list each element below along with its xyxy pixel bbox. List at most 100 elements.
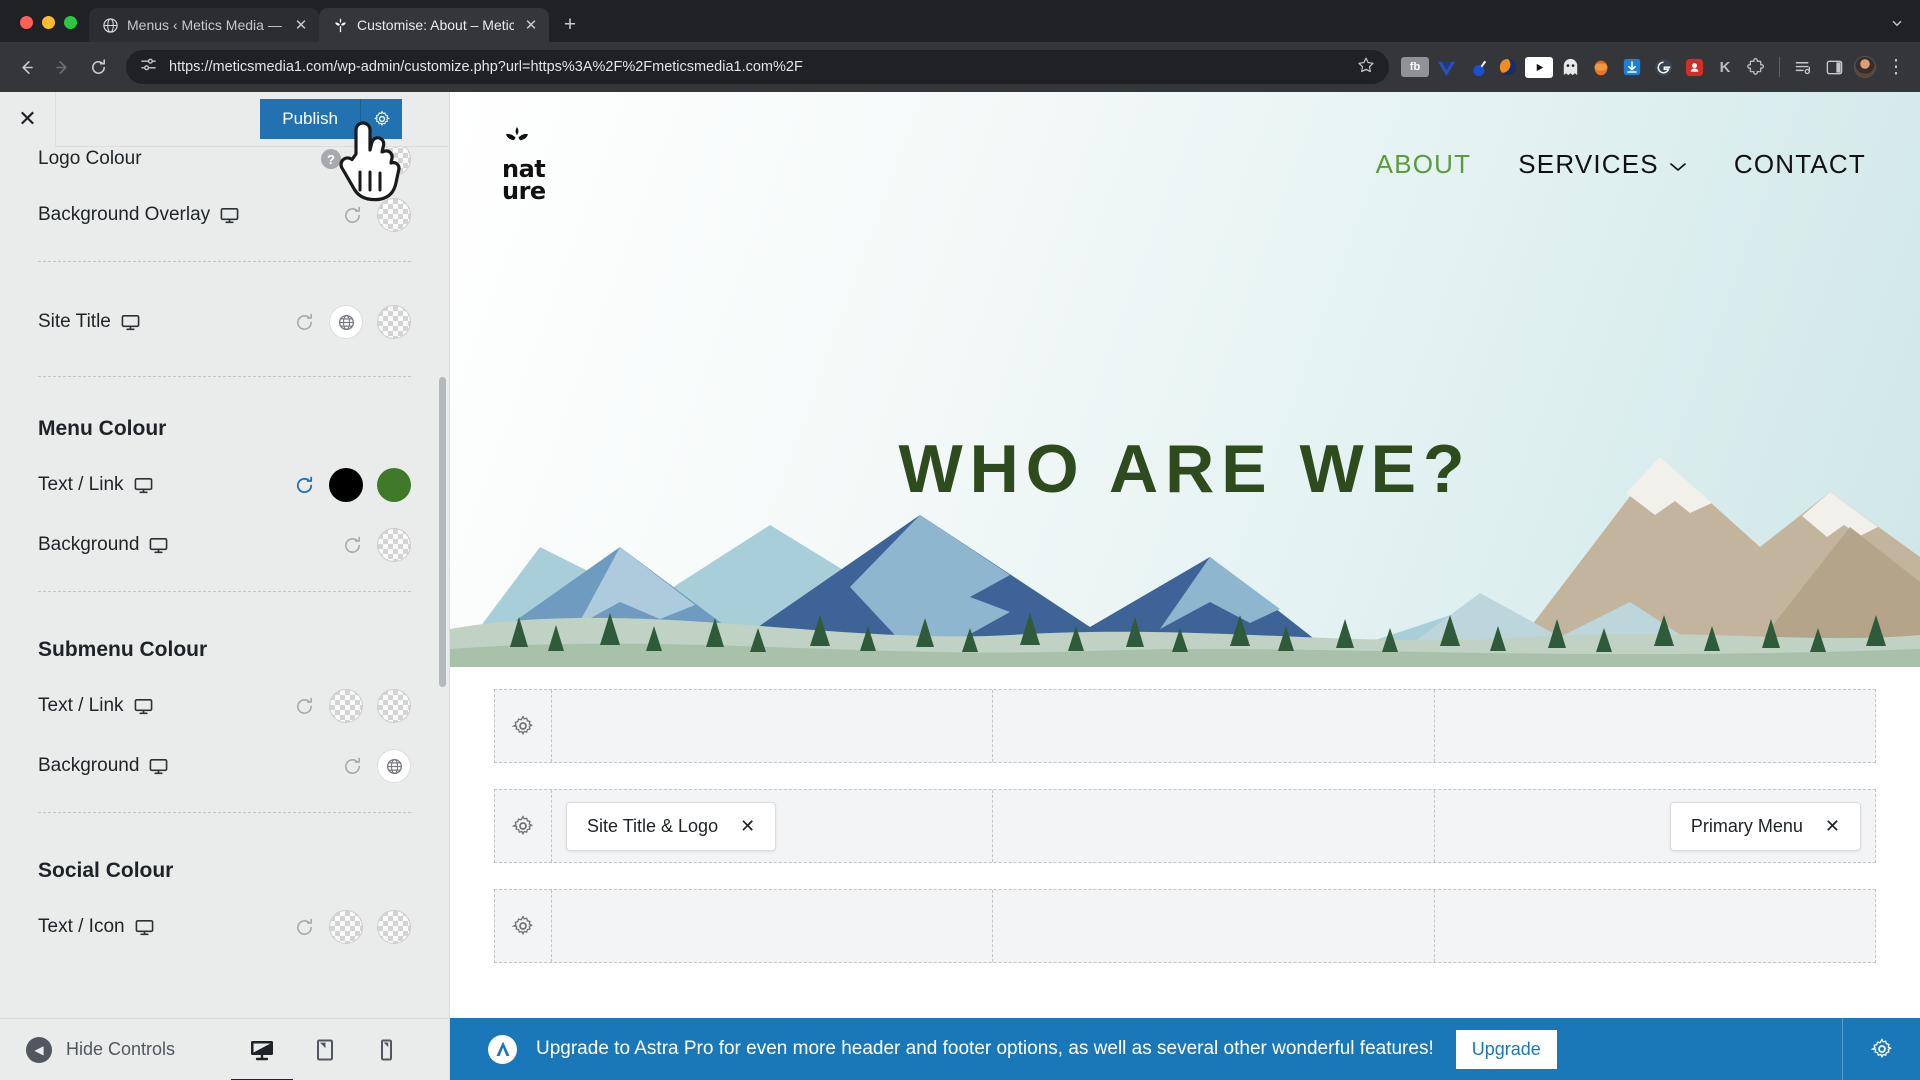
control-logo-colour[interactable]: Logo Colour ?	[38, 147, 411, 185]
color-swatch-social-text-icon-a[interactable]	[329, 910, 363, 944]
reset-icon[interactable]	[294, 312, 315, 333]
color-swatch-submenu-background-global[interactable]	[377, 749, 411, 783]
tablet-icon[interactable]	[313, 1038, 337, 1062]
nav-item-about[interactable]: ABOUT	[1376, 149, 1472, 180]
gear-icon[interactable]	[495, 890, 551, 962]
desktop-icon[interactable]	[249, 1037, 275, 1063]
window-minimize-button[interactable]	[42, 16, 55, 29]
mobile-icon[interactable]	[375, 1038, 397, 1062]
builder-column-center[interactable]	[992, 690, 1433, 762]
responsive-desktop-icon[interactable]	[220, 206, 239, 225]
star-icon[interactable]	[1357, 56, 1375, 79]
color-swatch-submenu-text-link-b[interactable]	[377, 689, 411, 723]
sidebar-scrollbar[interactable]	[439, 377, 446, 687]
address-bar[interactable]: https://meticsmedia1.com/wp-admin/custom…	[126, 50, 1389, 84]
side-panel-icon[interactable]	[1820, 53, 1848, 81]
color-swatch-logo-colour[interactable]	[377, 147, 411, 176]
builder-item-site-title-logo[interactable]: Site Title & Logo ✕	[566, 801, 777, 851]
browser-tab-2-close-icon[interactable]: ✕	[522, 16, 540, 34]
control-social-text-icon[interactable]: Text / Icon	[38, 897, 411, 957]
reset-icon[interactable]	[294, 696, 315, 717]
responsive-desktop-icon[interactable]	[121, 313, 140, 332]
color-swatch-site-title[interactable]	[377, 305, 411, 339]
fb-pixel-helper-icon[interactable]: fb	[1401, 57, 1429, 77]
builder-column-right[interactable]	[1433, 690, 1875, 762]
responsive-desktop-icon[interactable]	[149, 757, 168, 776]
browser-tab-2[interactable]: Customise: About – Metics M ✕	[319, 8, 549, 42]
reset-icon[interactable]	[294, 917, 315, 938]
loom-icon[interactable]	[1494, 53, 1522, 81]
control-submenu-background[interactable]: Background	[38, 736, 411, 796]
site-logo[interactable]: nat ure	[502, 126, 546, 203]
lastpass-icon[interactable]	[1680, 53, 1708, 81]
color-swatch-background-overlay[interactable]	[377, 198, 411, 232]
profile-avatar-icon[interactable]	[1851, 53, 1879, 81]
control-submenu-text-link[interactable]: Text / Link	[38, 676, 411, 736]
grammarly-icon[interactable]	[1649, 53, 1677, 81]
chrome-menu-icon[interactable]: ⋮	[1882, 53, 1910, 81]
responsive-desktop-icon[interactable]	[149, 536, 168, 555]
builder-item-primary-menu[interactable]: Primary Menu ✕	[1669, 801, 1861, 851]
wappalyzer-icon[interactable]	[1463, 53, 1491, 81]
keeper-icon[interactable]: K	[1711, 53, 1739, 81]
builder-column-left[interactable]	[551, 690, 992, 762]
gear-icon[interactable]	[495, 690, 551, 762]
builder-row-primary-header[interactable]: Site Title & Logo ✕ Primary Menu ✕	[494, 789, 1876, 863]
nav-item-contact[interactable]: CONTACT	[1734, 149, 1866, 180]
close-customizer-button[interactable]: ✕	[0, 91, 56, 147]
builder-column-right[interactable]	[1433, 890, 1875, 962]
builder-column-center[interactable]	[992, 790, 1433, 862]
color-swatch-social-text-icon-b[interactable]	[377, 910, 411, 944]
reset-icon[interactable]	[342, 205, 363, 226]
chevron-down-icon[interactable]	[1669, 149, 1687, 180]
control-background-overlay[interactable]: Background Overlay	[38, 185, 411, 245]
back-button[interactable]	[10, 51, 42, 83]
astra-upgrade-button[interactable]: Upgrade	[1455, 1029, 1557, 1069]
control-site-title[interactable]: Site Title	[38, 278, 411, 366]
responsive-desktop-icon[interactable]	[134, 476, 153, 495]
vue-devtools-icon[interactable]	[1432, 53, 1460, 81]
responsive-desktop-icon[interactable]	[134, 697, 153, 716]
customizer-controls-scroll[interactable]: Logo Colour ? Background Overlay Site Ti…	[0, 147, 449, 1018]
astra-settings-gear-icon[interactable]	[1842, 1018, 1920, 1080]
color-swatch-site-title-global[interactable]	[329, 305, 363, 339]
video-downloader-icon[interactable]	[1525, 56, 1553, 78]
browser-tab-1[interactable]: Menus ‹ Metics Media — Wor ✕	[89, 8, 319, 42]
extensions-puzzle-icon[interactable]	[1742, 53, 1770, 81]
window-maximize-button[interactable]	[64, 16, 77, 29]
color-swatch-menu-background[interactable]	[377, 528, 411, 562]
window-close-button[interactable]	[20, 16, 33, 29]
color-swatch-menu-text-link-black[interactable]	[329, 468, 363, 502]
reset-icon[interactable]	[342, 535, 363, 556]
reading-list-icon[interactable]	[1789, 53, 1817, 81]
tab-search-chevron-down-icon[interactable]	[1884, 10, 1910, 36]
new-tab-button[interactable]: +	[555, 10, 585, 40]
nav-item-services[interactable]: SERVICES	[1518, 149, 1687, 180]
color-swatch-menu-text-link-green[interactable]	[377, 468, 411, 502]
reset-icon[interactable]	[294, 475, 315, 496]
honey-icon[interactable]	[1587, 53, 1615, 81]
reload-button[interactable]	[82, 51, 114, 83]
builder-column-left[interactable]: Site Title & Logo ✕	[551, 790, 992, 862]
gear-icon[interactable]	[495, 790, 551, 862]
responsive-desktop-icon[interactable]	[135, 918, 154, 937]
publish-settings-gear-icon[interactable]	[360, 99, 402, 139]
help-icon[interactable]: ?	[321, 149, 341, 169]
builder-column-right[interactable]: Primary Menu ✕	[1433, 790, 1875, 862]
close-icon[interactable]: ✕	[1825, 816, 1840, 837]
publish-button[interactable]: Publish	[260, 99, 360, 139]
ghostery-icon[interactable]	[1556, 53, 1584, 81]
downloads-icon[interactable]	[1618, 53, 1646, 81]
reset-icon[interactable]	[342, 756, 363, 777]
hide-controls-button[interactable]: ◀ Hide Controls	[26, 1036, 249, 1063]
builder-column-left[interactable]	[551, 890, 992, 962]
forward-button[interactable]	[46, 51, 78, 83]
control-menu-background[interactable]: Background	[38, 515, 411, 575]
builder-row-below-header[interactable]	[494, 889, 1876, 963]
builder-column-center[interactable]	[992, 890, 1433, 962]
builder-row-above-header[interactable]	[494, 689, 1876, 763]
color-swatch-submenu-text-link-a[interactable]	[329, 689, 363, 723]
close-icon[interactable]: ✕	[740, 816, 755, 837]
browser-tab-1-close-icon[interactable]: ✕	[292, 16, 310, 34]
tune-icon[interactable]	[140, 56, 157, 78]
